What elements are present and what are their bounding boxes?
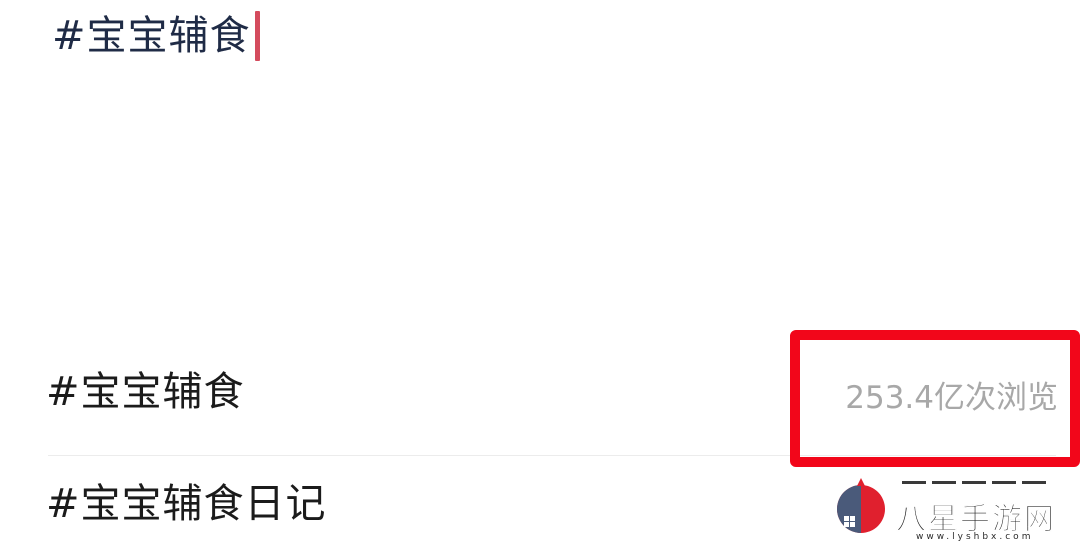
suggestion-label: #宝宝辅食 bbox=[46, 369, 245, 415]
topic-input[interactable]: #宝宝辅食 bbox=[52, 10, 260, 62]
topic-search-screen: #宝宝辅食 #宝宝辅食 253.4亿次浏览 #宝宝辅食日记 八星手游网 www.… bbox=[0, 0, 1080, 547]
watermark-url: www.lyshbx.com bbox=[916, 532, 1034, 542]
topic-input-text[interactable]: #宝宝辅食 bbox=[52, 16, 251, 56]
suggestion-label: #宝宝辅食日记 bbox=[46, 481, 327, 527]
watermark-logo-icon bbox=[837, 478, 885, 533]
text-caret bbox=[254, 11, 260, 61]
highlight-box bbox=[790, 330, 1080, 467]
site-watermark: 八星手游网 www.lyshbx.com bbox=[832, 476, 1072, 542]
watermark-ticks bbox=[902, 481, 1072, 487]
